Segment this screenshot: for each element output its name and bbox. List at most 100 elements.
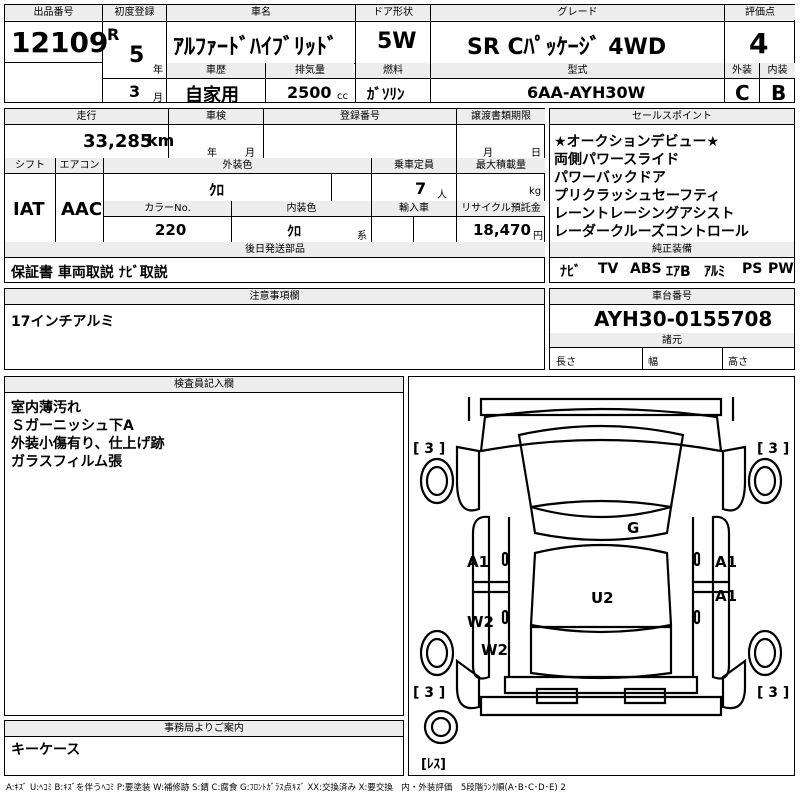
equipment-tv: TV [598, 261, 619, 277]
vehicle-info-block: 走行 車検 登録番号 譲渡書類期限 33,285 km 年 月 月 日 シフト … [4, 108, 545, 283]
capacity-label: 乗車定員 [372, 158, 456, 173]
mileage-label: 走行 [5, 109, 168, 124]
chassis-number: AYH30-0155708 [594, 307, 773, 331]
sales-point-item: プリクラッシュセーフティ [554, 188, 721, 204]
color-no: 220 [155, 221, 187, 239]
legend: A:ｷｽﾞ U:ﾍｺﾐ B:ｷｽﾞを伴うﾍｺﾐ P:要塗装 W:補修跡 S:錆 … [6, 783, 566, 793]
max-load-label: 最大積載量 [457, 158, 545, 173]
int-grade: B [771, 81, 787, 105]
ext-grade-label: 外装 [725, 63, 759, 78]
office-text: キーケース [11, 742, 81, 758]
sales-points-label: セールスポイント [550, 109, 794, 125]
grade: SR Cﾊﾟｯｹｰｼﾞ 4WD [467, 35, 667, 60]
grade-label: グレード [431, 5, 724, 20]
lot-number: 12109 [11, 26, 109, 59]
spec-width: 幅 [648, 357, 658, 368]
mark-left-rear-door: W2 [467, 613, 494, 631]
tire-left-front: [ 3 ] [413, 441, 446, 457]
ac-label: エアコン [56, 158, 103, 173]
displacement: 2500 [287, 83, 332, 102]
spare-tire: [ﾚｽ] [421, 757, 446, 772]
car-diagram: G A1 A1 A1 W2 W2 U2 [ 3 ] [ 3 ] [ 3 ] [ … [408, 376, 795, 776]
inspector-line: Ｓガーニッシュ下A [11, 418, 134, 434]
caution-label: 注意事項欄 [5, 289, 544, 305]
tire-right-front: [ 3 ] [757, 441, 790, 457]
mileage: 33,285 [83, 131, 153, 152]
equipment-navi: ﾅﾋﾞ [560, 264, 581, 280]
int-grade-label: 内装 [760, 63, 795, 78]
spec-length: 長さ [556, 357, 576, 368]
recycle-fee: 18,470 [473, 221, 531, 239]
fuel: ｶﾞｿﾘﾝ [367, 85, 405, 103]
first-reg-label: 初度登録 [103, 5, 166, 20]
shift: IAT [13, 199, 45, 220]
reg-month: 3 [129, 82, 141, 101]
sales-point-item: ★オークションデビュー★ [554, 134, 720, 150]
ext-color: ｸﾛ [209, 181, 225, 199]
car-name: ｱﾙﾌｧｰﾄﾞﾊｲﾌﾞﾘｯﾄﾞ [173, 35, 339, 60]
inspection-label: 車検 [169, 109, 263, 124]
sales-point-item: レーダークルーズコントロール [554, 224, 749, 240]
int-color: ｸﾛ [287, 224, 301, 240]
equipment-abs: ABS [630, 261, 662, 277]
int-color-label: 内装色 [232, 201, 371, 216]
sales-point-item: 両側パワースライド [554, 152, 680, 168]
inspector-line: ガラスフィルム張 [11, 454, 123, 470]
after-parts: 保証書 車両取説 ﾅﾋﾞ取説 [11, 265, 168, 281]
shift-label: シフト [5, 158, 55, 173]
import-label: 輸入車 [372, 201, 456, 216]
after-parts-label: 後日発送部品 [5, 242, 545, 258]
era: R [107, 25, 120, 44]
car-name-label: 車名 [167, 5, 355, 20]
regno-label: 登録番号 [264, 109, 456, 124]
fuel-label: 燃料 [356, 63, 430, 78]
color-no-label: カラーNo. [104, 201, 231, 216]
chassis-block: 車台番号 AYH30-0155708 諸元 長さ 幅 高さ [549, 288, 795, 370]
equipment-ps: PS [742, 261, 763, 277]
recycle-label: リサイクル預託金 [457, 201, 545, 216]
spec-height: 高さ [728, 357, 748, 368]
tire-left-rear: [ 3 ] [413, 685, 446, 701]
office-block: 事務局よりご案内 キーケース [4, 720, 404, 776]
reg-year: 5 [129, 43, 145, 68]
header-block: 出品番号 初度登録 車名 ドア形状 グレード 評価点 12109 R 5 年 3… [4, 4, 795, 106]
history-label: 車歴 [167, 63, 265, 78]
ext-color-label: 外装色 [104, 158, 371, 173]
office-label: 事務局よりご案内 [5, 721, 403, 737]
score: 4 [749, 27, 769, 60]
equipment-pw: PW [768, 261, 794, 277]
mark-right-rear-door: A1 [715, 587, 738, 605]
door-label: ドア形状 [356, 5, 430, 20]
model-label: 型式 [431, 63, 724, 78]
transfer-label: 譲渡書類期限 [457, 109, 545, 124]
mark-roof: U2 [591, 589, 614, 607]
caution-text: 17インチアルミ [11, 314, 115, 330]
score-label: 評価点 [725, 5, 795, 20]
car-outline [419, 397, 783, 745]
caution-block: 注意事項欄 17インチアルミ [4, 288, 545, 370]
door-type: 5W [377, 29, 417, 54]
inspector-block: 検査員記入欄 室内薄汚れ Ｓガーニッシュ下A 外装小傷有り、仕上げ跡 ガラスフィ… [4, 376, 404, 716]
mark-right-front-door: A1 [715, 553, 738, 571]
displacement-label: 排気量 [266, 63, 354, 78]
mark-windshield: G [627, 519, 640, 537]
model-code: 6AA-AYH30W [527, 83, 646, 102]
mark-left-front-door: A1 [467, 553, 490, 571]
history: 自家用 [185, 85, 239, 106]
inspector-line: 室内薄汚れ [11, 400, 81, 416]
inspector-line: 外装小傷有り、仕上げ跡 [11, 436, 165, 452]
ext-grade: C [735, 81, 750, 105]
sales-point-item: レーントレーシングアシスト [554, 206, 735, 222]
mileage-unit: km [147, 131, 175, 150]
equipment-alloy: ｱﾙﾐ [704, 264, 725, 280]
lot-label: 出品番号 [5, 5, 102, 20]
tire-right-rear: [ 3 ] [757, 685, 790, 701]
equipment-airbag: ｴｱB [666, 264, 691, 280]
specs-label: 諸元 [550, 333, 794, 348]
inspector-label: 検査員記入欄 [5, 377, 403, 393]
mark-left-rear-quarter: W2 [481, 641, 508, 659]
sales-point-item: パワーバックドア [554, 170, 666, 186]
chassis-label: 車台番号 [550, 289, 794, 305]
ac: AAC [61, 199, 103, 220]
equipment-label: 純正装備 [550, 242, 794, 258]
